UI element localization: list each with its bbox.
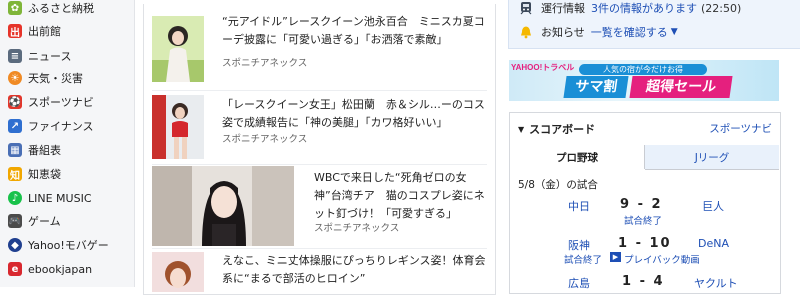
yahoo-travel-logo: YAHOO!トラベル bbox=[511, 63, 575, 72]
sidebar-item-chiebukuro[interactable]: 知 知恵袋 bbox=[0, 162, 134, 186]
finance-icon: ↗ bbox=[8, 119, 22, 133]
notice-panel: 運行情報 3件の情報があります (22:50) お知らせ 一覧を確認する ▼ bbox=[508, 0, 800, 49]
banner-tagline: 人気の宿が今だけお得 bbox=[579, 64, 707, 75]
news-source: スポニチアネックス bbox=[222, 134, 308, 145]
home-team[interactable]: 中日 bbox=[568, 198, 590, 214]
traffic-info-label: 運行情報 bbox=[541, 2, 585, 15]
tab-pro-baseball[interactable]: プロ野球 bbox=[510, 145, 645, 169]
bell-icon bbox=[521, 26, 531, 39]
banner-title-right: 超得セール bbox=[629, 76, 733, 98]
home-team[interactable]: 広島 bbox=[568, 275, 590, 291]
sidebar-item-sportsnavi[interactable]: ⚽ スポーツナビ bbox=[0, 90, 134, 114]
news-headline: えなこ、ミニ丈体操服にぴっちりレギンス姿！体育会系に“まるで部活のヒロイン” bbox=[222, 254, 486, 285]
sidebar-item-label: 番組表 bbox=[28, 144, 61, 157]
chevron-down-icon: ▼ bbox=[670, 27, 678, 37]
sidebar-item-ebookjapan[interactable]: e ebookjapan bbox=[0, 257, 134, 281]
game-status[interactable]: 試合終了 bbox=[564, 252, 602, 266]
away-team[interactable]: DeNA bbox=[698, 237, 729, 250]
sidebar-item-tv-guide[interactable]: ▦ 番組表 bbox=[0, 138, 134, 162]
news-thumbnail bbox=[152, 166, 294, 246]
sidebar-item-label: ふるさと納税 bbox=[28, 2, 94, 15]
news-thumbnail bbox=[152, 252, 204, 292]
news-source: スポニチアネックス bbox=[314, 223, 400, 234]
sidebar-item-mobage[interactable]: ◆ Yahoo!モバゲー bbox=[0, 233, 134, 257]
traffic-info-link[interactable]: 3件の情報があります bbox=[591, 0, 697, 16]
travel-ad-banner[interactable]: YAHOO!トラベル 人気の宿が今だけお得 サマ割 超得セール bbox=[509, 60, 779, 101]
sidebar-item-game[interactable]: 🎮 ゲーム bbox=[0, 209, 134, 233]
news-item[interactable]: えなこ、ミニ丈体操服にぴっちりレギンス姿！体育会系に“まるで部活のヒロイン” bbox=[144, 248, 495, 294]
mobage-icon: ◆ bbox=[8, 238, 22, 252]
traffic-info-time: (22:50) bbox=[701, 1, 742, 15]
game-icon: 🎮 bbox=[8, 214, 22, 228]
sidebar-item-label: LINE MUSIC bbox=[28, 191, 92, 205]
caret-down-icon: ▼ bbox=[518, 124, 525, 134]
sidebar-item-label: 天気・災害 bbox=[28, 72, 83, 85]
tv-guide-icon: ▦ bbox=[8, 143, 22, 157]
announcement-label: お知らせ bbox=[541, 26, 585, 39]
tab-j-league[interactable]: Jリーグ bbox=[645, 145, 779, 170]
entertainment-news-list: “元アイドル”レースクイーン池永百合 ミニスカ夏コーデ披露に「可愛い過ぎる」「お… bbox=[143, 4, 496, 295]
line-music-icon: ♪ bbox=[8, 191, 22, 205]
sidebar-item-demaecan[interactable]: 出 出前館 bbox=[0, 19, 134, 43]
away-team[interactable]: 巨人 bbox=[702, 198, 724, 214]
home-team[interactable]: 阪神 bbox=[568, 237, 590, 253]
sidebar-item-label: ゲーム bbox=[28, 215, 61, 228]
tab-label: Jリーグ bbox=[694, 151, 730, 164]
news-headline: 「レースクイーン女王」松田蘭 赤＆シル…ーのコス姿で成績報告に「神の美腿」「カワ… bbox=[222, 98, 485, 129]
sidebar-item-line-music[interactable]: ♪ LINE MUSIC bbox=[0, 186, 134, 210]
game-score[interactable]: 1 - 10 bbox=[618, 236, 672, 251]
sidebar-item-label: スポーツナビ bbox=[28, 96, 94, 109]
away-team[interactable]: ヤクルト bbox=[694, 275, 738, 291]
sidebar-item-weather[interactable]: ☀ 天気・災害 bbox=[0, 66, 134, 90]
sidebar-item-furusato[interactable]: ✿ ふるさと納税 bbox=[0, 0, 134, 20]
news-item[interactable]: WBCで来日した“死角ゼロの女神”台湾チア 猫のコスプレ姿にネット釘づけ！「可愛… bbox=[144, 164, 495, 248]
sidebar-item-label: Yahoo!モバゲー bbox=[28, 239, 109, 252]
news-headline: “元アイドル”レースクイーン池永百合 ミニスカ夏コーデ披露に「可愛い過ぎる」「お… bbox=[222, 15, 485, 46]
news-headline: WBCで来日した“死角ゼロの女神”台湾チア 猫のコスプレ姿にネット釘づけ！「可愛… bbox=[314, 171, 485, 220]
sportsnavi-link[interactable]: スポーツナビ bbox=[709, 121, 772, 136]
sidebar-item-label: ニュース bbox=[28, 50, 72, 63]
weather-icon: ☀ bbox=[8, 71, 22, 85]
traffic-info-row[interactable]: 運行情報 3件の情報があります (22:50) bbox=[519, 0, 741, 18]
sidebar-item-label: ファイナンス bbox=[28, 120, 94, 133]
news-thumbnail bbox=[152, 95, 204, 159]
sidebar-item-finance[interactable]: ↗ ファイナンス bbox=[0, 114, 134, 138]
service-sidebar: ✿ ふるさと納税 出 出前館 ≡ ニュース ☀ 天気・災害 ⚽ スポーツナビ ↗… bbox=[0, 0, 135, 287]
sidebar-item-news[interactable]: ≡ ニュース bbox=[0, 44, 134, 68]
news-item[interactable]: 「レースクイーン女王」松田蘭 赤＆シル…ーのコス姿で成績報告に「神の美腿」「カワ… bbox=[144, 90, 495, 164]
sidebar-item-label: 知恵袋 bbox=[28, 168, 61, 181]
sports-icon: ⚽ bbox=[8, 95, 22, 109]
chiebukuro-icon: 知 bbox=[8, 167, 22, 182]
tab-label: プロ野球 bbox=[556, 151, 598, 164]
banner-title-left: サマ割 bbox=[563, 76, 629, 98]
announcement-list-link[interactable]: 一覧を確認する bbox=[591, 24, 668, 40]
play-icon: ▶ bbox=[610, 252, 621, 262]
game-date: 5/8（金）の試合 bbox=[518, 179, 598, 191]
sidebar-item-label: ebookjapan bbox=[28, 262, 93, 276]
demaecan-icon: 出 bbox=[8, 24, 22, 39]
ebookjapan-icon: e bbox=[8, 262, 22, 276]
game-status[interactable]: 試合終了 bbox=[624, 213, 662, 227]
news-icon: ≡ bbox=[8, 49, 22, 63]
hometown-tax-icon: ✿ bbox=[8, 1, 22, 15]
news-source: スポニチアネックス bbox=[222, 58, 308, 69]
playback-video-link[interactable]: プレイバック動画 bbox=[624, 252, 700, 266]
scoreboard-panel: ▼ スコアボード スポーツナビ プロ野球 Jリーグ 5/8（金）の試合 中日 9… bbox=[509, 112, 781, 294]
announcement-row[interactable]: お知らせ 一覧を確認する ▼ bbox=[519, 22, 678, 42]
sidebar-item-label: 出前館 bbox=[28, 25, 61, 38]
scoreboard-title: スコアボード bbox=[529, 123, 596, 136]
game-score[interactable]: 9 - 2 bbox=[620, 197, 663, 212]
train-icon bbox=[520, 2, 532, 15]
news-thumbnail bbox=[152, 16, 204, 82]
news-item[interactable]: “元アイドル”レースクイーン池永百合 ミニスカ夏コーデ披露に「可愛い過ぎる」「お… bbox=[144, 10, 495, 90]
